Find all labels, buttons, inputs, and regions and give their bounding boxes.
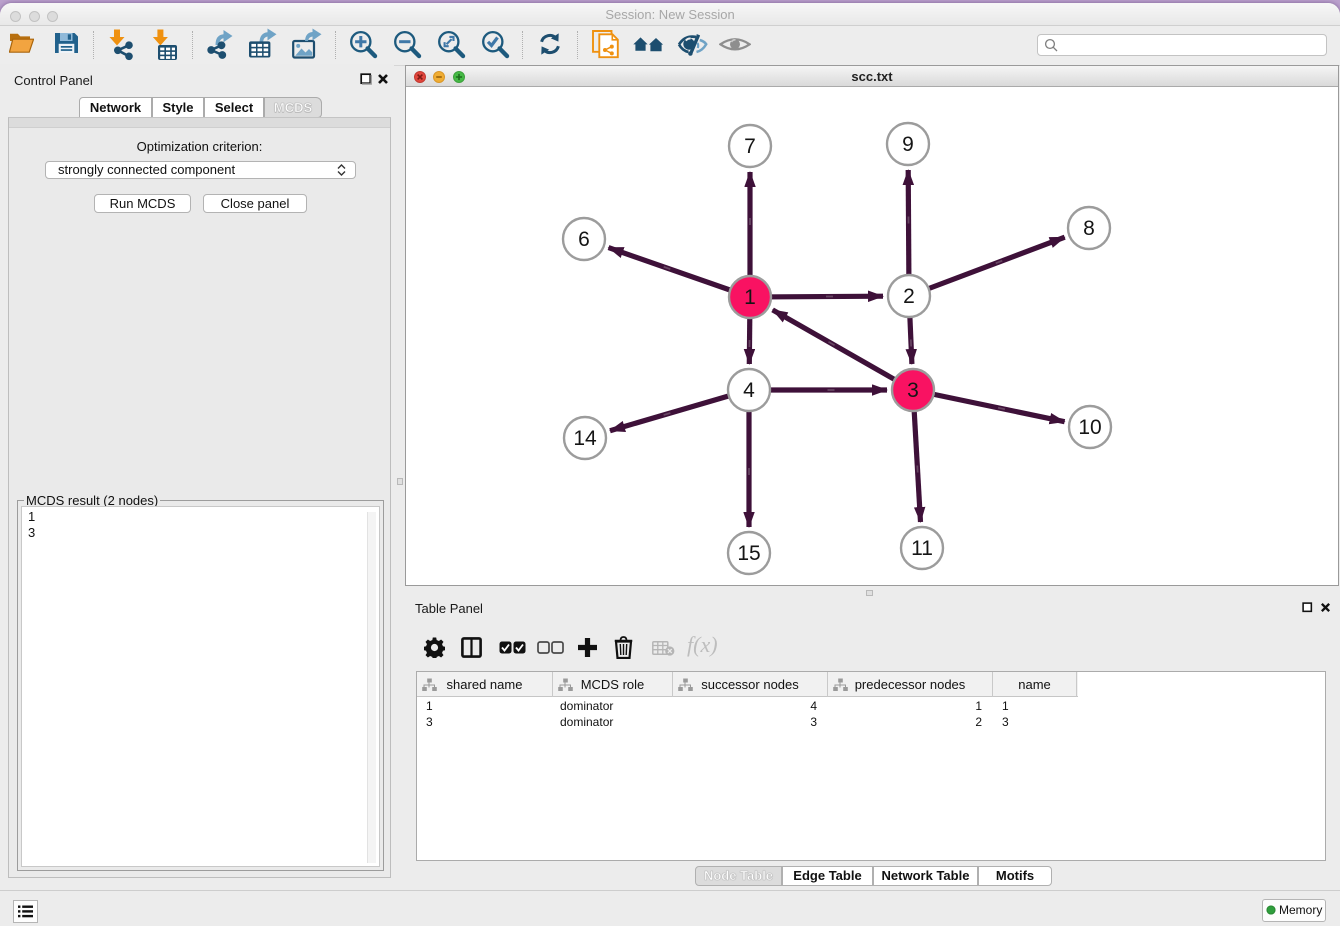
svg-text:6: 6 <box>578 228 590 251</box>
svg-text:2: 2 <box>903 285 915 308</box>
svg-text:4: 4 <box>743 379 755 402</box>
svg-text:9: 9 <box>902 133 914 156</box>
svg-text:11: 11 <box>911 537 933 560</box>
svg-text:7: 7 <box>744 135 756 158</box>
svg-text:14: 14 <box>573 427 597 450</box>
svg-text:10: 10 <box>1078 416 1101 439</box>
svg-text:3: 3 <box>907 379 919 402</box>
svg-text:1: 1 <box>744 286 756 309</box>
svg-text:8: 8 <box>1083 217 1095 240</box>
svg-text:15: 15 <box>737 542 760 565</box>
